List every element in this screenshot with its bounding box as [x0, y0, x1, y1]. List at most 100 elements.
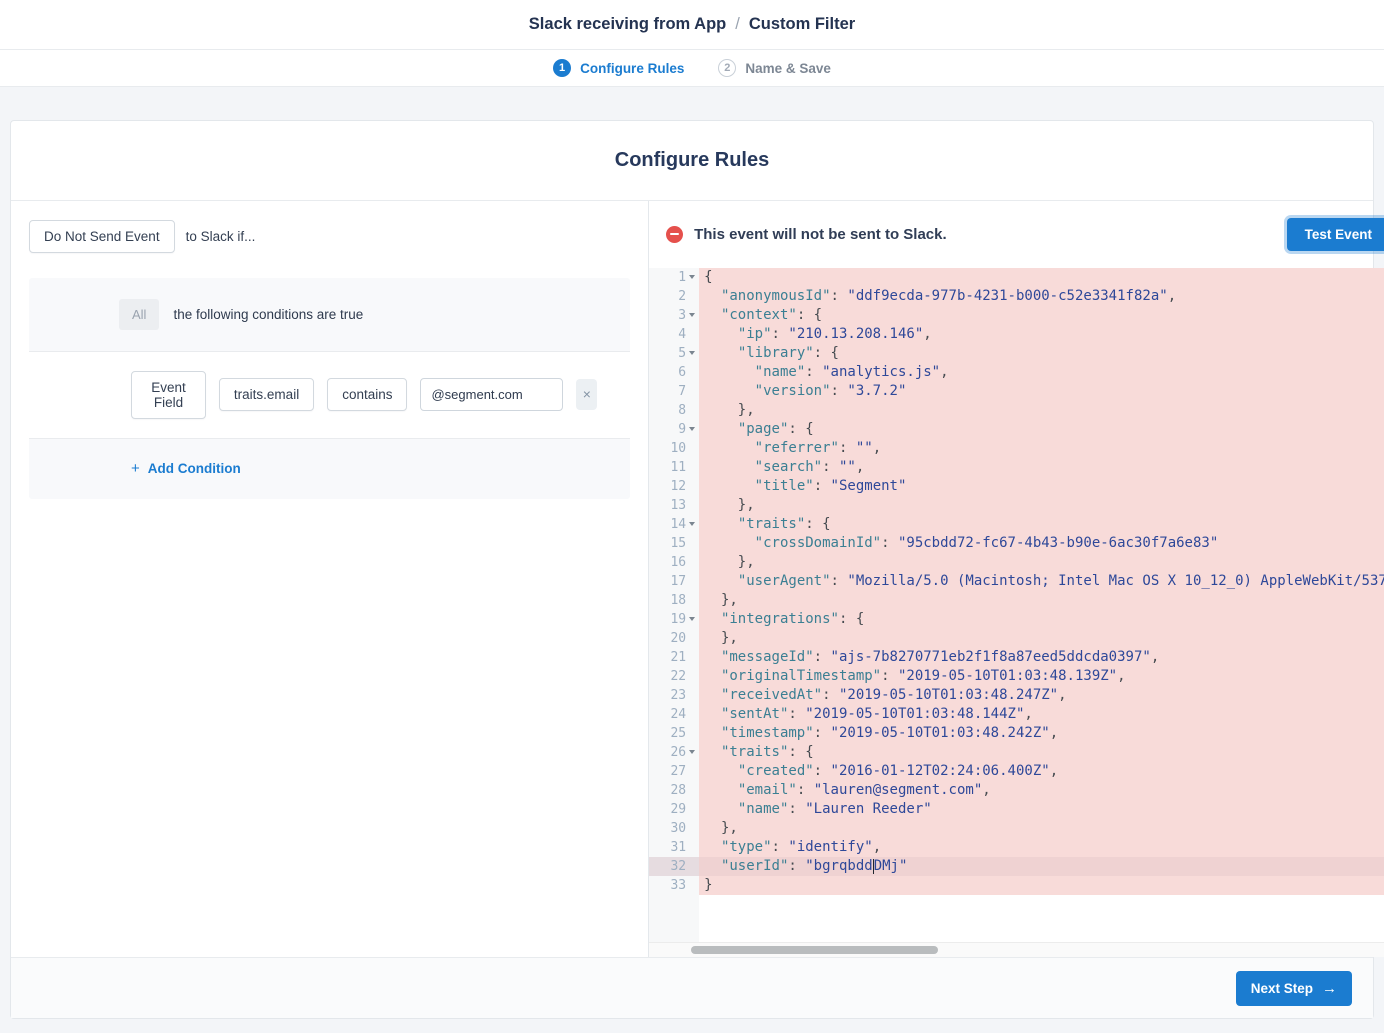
fold-arrow-icon[interactable]: [689, 275, 695, 279]
code-line[interactable]: "name": "analytics.js",: [699, 363, 1384, 382]
gutter-line-number[interactable]: 23: [649, 686, 699, 705]
gutter-line-number[interactable]: 9: [649, 420, 699, 439]
horizontal-scrollbar[interactable]: [649, 942, 1384, 957]
gutter-line-number[interactable]: 30: [649, 819, 699, 838]
code-line[interactable]: "context": {: [699, 306, 1384, 325]
gutter-line-number[interactable]: 26: [649, 743, 699, 762]
code-line[interactable]: "created": "2016-01-12T02:24:06.400Z",: [699, 762, 1384, 781]
gutter-line-number[interactable]: 3: [649, 306, 699, 325]
gutter-line-number[interactable]: 8: [649, 401, 699, 420]
gutter-line-number[interactable]: 29: [649, 800, 699, 819]
code-line[interactable]: }: [699, 876, 1384, 895]
condition-type-button[interactable]: Event Field: [131, 371, 206, 419]
gutter-line-number[interactable]: 31: [649, 838, 699, 857]
code-line[interactable]: },: [699, 629, 1384, 648]
code-line[interactable]: {: [699, 268, 1384, 287]
gutter-line-number[interactable]: 24: [649, 705, 699, 724]
status-text: This event will not be sent to Slack.: [694, 226, 947, 243]
code-line[interactable]: },: [699, 401, 1384, 420]
blocked-status-icon: [666, 226, 683, 243]
code-line[interactable]: "library": {: [699, 344, 1384, 363]
editor-code-pane[interactable]: { "anonymousId": "ddf9ecda-977b-4231-b00…: [699, 268, 1384, 957]
condition-field-button[interactable]: traits.email: [219, 378, 314, 411]
match-mode-badge[interactable]: All: [119, 299, 159, 330]
code-line[interactable]: "email": "lauren@segment.com",: [699, 781, 1384, 800]
code-line[interactable]: "receivedAt": "2019-05-10T01:03:48.247Z"…: [699, 686, 1384, 705]
configure-rules-card: Configure Rules Do Not Send Event to Sla…: [10, 120, 1374, 1019]
breadcrumb-source[interactable]: Slack receiving from App: [529, 15, 726, 34]
code-line[interactable]: "integrations": {: [699, 610, 1384, 629]
code-line[interactable]: "traits": {: [699, 515, 1384, 534]
test-event-button[interactable]: Test Event: [1287, 218, 1384, 251]
add-condition-label: Add Condition: [148, 461, 241, 476]
gutter-line-number[interactable]: 10: [649, 439, 699, 458]
gutter-line-number[interactable]: 11: [649, 458, 699, 477]
gutter-line-number[interactable]: 6: [649, 363, 699, 382]
horizontal-scrollbar-thumb[interactable]: [691, 946, 938, 954]
gutter-line-number[interactable]: 2: [649, 287, 699, 306]
json-editor[interactable]: 1234567891011121314151617181920212223242…: [649, 268, 1384, 957]
step-name-save[interactable]: 2 Name & Save: [718, 59, 831, 77]
condition-value-input[interactable]: [420, 378, 563, 411]
page-title: Configure Rules: [11, 121, 1373, 201]
code-line[interactable]: },: [699, 591, 1384, 610]
code-line[interactable]: "traits": {: [699, 743, 1384, 762]
condition-group: All the following conditions are true Ev…: [29, 278, 630, 499]
code-line[interactable]: },: [699, 819, 1384, 838]
gutter-line-number[interactable]: 20: [649, 629, 699, 648]
gutter-line-number[interactable]: 16: [649, 553, 699, 572]
code-line[interactable]: "title": "Segment": [699, 477, 1384, 496]
gutter-line-number[interactable]: 4: [649, 325, 699, 344]
step-configure-rules[interactable]: 1 Configure Rules: [553, 59, 684, 77]
gutter-line-number[interactable]: 27: [649, 762, 699, 781]
gutter-line-number[interactable]: 17: [649, 572, 699, 591]
code-line[interactable]: "messageId": "ajs-7b8270771eb2f1f8a87eed…: [699, 648, 1384, 667]
gutter-line-number[interactable]: 15: [649, 534, 699, 553]
code-line[interactable]: "userAgent": "Mozilla/5.0 (Macintosh; In…: [699, 572, 1384, 591]
condition-operator-button[interactable]: contains: [327, 378, 407, 411]
gutter-line-number[interactable]: 13: [649, 496, 699, 515]
code-line[interactable]: "page": {: [699, 420, 1384, 439]
fold-arrow-icon[interactable]: [689, 313, 695, 317]
action-selector-button[interactable]: Do Not Send Event: [29, 220, 175, 253]
gutter-line-number[interactable]: 33: [649, 876, 699, 895]
gutter-line-number[interactable]: 1: [649, 268, 699, 287]
next-step-button[interactable]: Next Step →: [1236, 971, 1352, 1006]
add-condition-link[interactable]: + Add Condition: [131, 460, 241, 477]
fold-arrow-icon[interactable]: [689, 427, 695, 431]
gutter-line-number[interactable]: 18: [649, 591, 699, 610]
code-line[interactable]: "name": "Lauren Reeder": [699, 800, 1384, 819]
code-line[interactable]: "referrer": "",: [699, 439, 1384, 458]
code-line[interactable]: "search": "",: [699, 458, 1384, 477]
step-2-label: Name & Save: [745, 61, 831, 76]
gutter-line-number[interactable]: 5: [649, 344, 699, 363]
card-footer: Next Step →: [11, 957, 1373, 1018]
gutter-line-number[interactable]: 25: [649, 724, 699, 743]
gutter-line-number[interactable]: 22: [649, 667, 699, 686]
gutter-line-number[interactable]: 12: [649, 477, 699, 496]
code-line[interactable]: "userId": "bgrqbddDMj": [699, 857, 1384, 876]
remove-condition-button[interactable]: ×: [576, 379, 597, 410]
code-line[interactable]: },: [699, 496, 1384, 515]
fold-arrow-icon[interactable]: [689, 522, 695, 526]
code-line[interactable]: "type": "identify",: [699, 838, 1384, 857]
fold-arrow-icon[interactable]: [689, 750, 695, 754]
code-line[interactable]: },: [699, 553, 1384, 572]
code-line[interactable]: "ip": "210.13.208.146",: [699, 325, 1384, 344]
fold-arrow-icon[interactable]: [689, 351, 695, 355]
code-line[interactable]: "crossDomainId": "95cbdd72-fc67-4b43-b90…: [699, 534, 1384, 553]
gutter-line-number[interactable]: 7: [649, 382, 699, 401]
gutter-line-number[interactable]: 14: [649, 515, 699, 534]
code-line[interactable]: "anonymousId": "ddf9ecda-977b-4231-b000-…: [699, 287, 1384, 306]
code-line[interactable]: "sentAt": "2019-05-10T01:03:48.144Z",: [699, 705, 1384, 724]
gutter-line-number[interactable]: 28: [649, 781, 699, 800]
gutter-line-number[interactable]: 32: [649, 857, 699, 876]
code-line[interactable]: "originalTimestamp": "2019-05-10T01:03:4…: [699, 667, 1384, 686]
fold-arrow-icon[interactable]: [689, 617, 695, 621]
editor-code-lines[interactable]: { "anonymousId": "ddf9ecda-977b-4231-b00…: [699, 268, 1384, 895]
gutter-line-number[interactable]: 21: [649, 648, 699, 667]
gutter-line-number[interactable]: 19: [649, 610, 699, 629]
code-line[interactable]: "version": "3.7.2": [699, 382, 1384, 401]
next-step-label: Next Step: [1251, 981, 1313, 996]
code-line[interactable]: "timestamp": "2019-05-10T01:03:48.242Z",: [699, 724, 1384, 743]
